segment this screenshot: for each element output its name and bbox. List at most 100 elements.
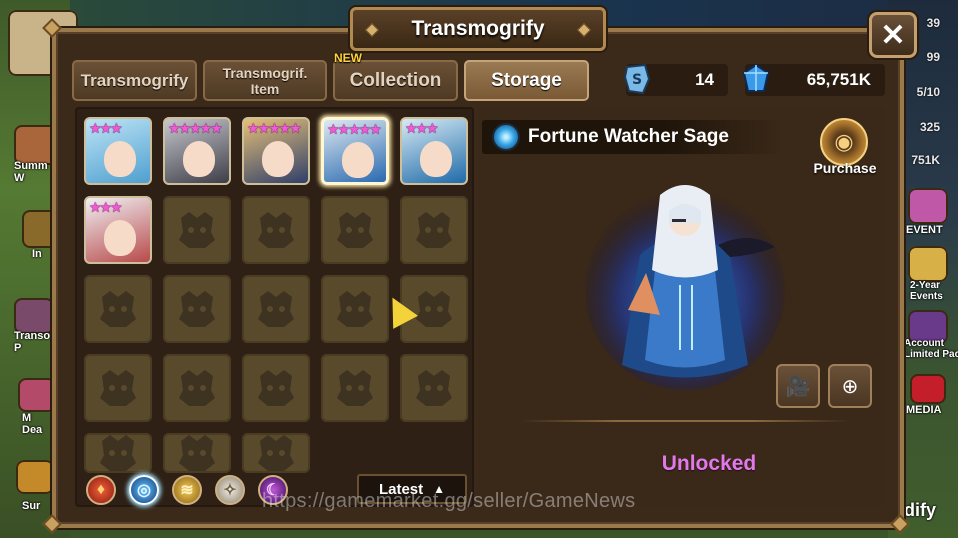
crystal-counter: 65,751K [742,63,885,96]
title-ornament-icon [576,22,592,38]
right-value-2: 99 [926,50,940,64]
media-icon[interactable] [910,374,946,404]
transmog-stone-counter: S 14 [623,63,728,96]
modify-label[interactable]: dify [904,500,936,521]
empty-slot[interactable] [163,433,231,473]
transmog-stone-count: 14 [695,70,714,89]
anniversary-events-icon[interactable] [908,246,948,282]
empty-monster-silhouette-icon [179,212,215,248]
side-label-deal: M Dea [22,412,43,436]
tab-label: Transmogrify [80,70,189,90]
tab-storage[interactable]: Storage [464,60,589,101]
right-value-3: 5/10 [916,85,940,99]
monster-portrait-icon [262,141,294,177]
empty-slot[interactable] [84,433,152,473]
monster-portrait-icon [342,142,374,178]
crystal-icon [739,61,773,97]
anniversary-events-label: 2-Year Events [910,280,943,302]
empty-slot[interactable] [400,354,468,422]
star-rating: ★★★★★ [168,120,223,136]
star-rating: ★★★ [89,199,123,215]
status-label: Unlocked [661,452,757,475]
monster-slot-snow-vampire[interactable]: ★★★ [84,196,152,264]
video-button[interactable]: 🎥 [776,364,820,408]
empty-slot[interactable] [84,354,152,422]
watermark: https://gamemarket.gg/seller/GameNews [262,490,636,512]
monster-portrait-icon [420,141,452,177]
empty-slot[interactable] [84,275,152,343]
empty-monster-silhouette-icon [258,291,294,327]
tab-transmogrify[interactable]: Transmogrify [72,60,197,101]
new-badge: NEW [334,51,362,65]
wind-filter-button[interactable]: ≋ [172,475,202,505]
eye-icon: ◉ [834,129,854,154]
zoom-button[interactable]: ⊕ [828,364,872,408]
media-label: MEDIA [906,404,942,416]
light-element-icon: ✧ [223,482,237,499]
monster-slot-water-fairy[interactable]: ★★★ [84,117,152,185]
magnifier-plus-icon: ⊕ [841,375,859,398]
transmog-stone-icon: S [620,61,654,97]
empty-slot[interactable] [321,354,389,422]
empty-monster-silhouette-icon [416,370,452,406]
event-icon[interactable] [908,188,948,224]
divider [520,420,850,422]
right-value-1: 39 [926,16,940,30]
video-camera-icon: 🎥 [785,375,811,398]
side-label-survey: Sur [22,500,41,512]
star-rating: ★★★ [405,120,439,136]
fire-filter-button[interactable]: ♦ [86,475,116,505]
empty-slot[interactable] [242,196,310,264]
tab-label: Transmogrif. Item [222,64,308,97]
empty-monster-silhouette-icon [100,370,136,406]
empty-monster-silhouette-icon [179,370,215,406]
empty-slot[interactable] [242,433,310,473]
close-button[interactable]: ✕ [869,12,917,58]
purchase-button[interactable]: ◉ [820,118,868,166]
monster-portrait-icon [104,141,136,177]
monster-slot-wind-elf[interactable]: ★★★ [400,117,468,185]
empty-monster-silhouette-icon [258,435,294,471]
purchase-label: Purchase [813,160,877,176]
empty-slot[interactable] [163,196,231,264]
empty-slot[interactable] [321,196,389,264]
tab-transmogrify-item[interactable]: Transmogrif. Item [203,60,327,101]
empty-monster-silhouette-icon [100,435,136,471]
monster-name-bar: Fortune Watcher Sage [482,120,782,154]
transmog-shortcut-icon[interactable] [14,298,54,334]
monster-slot-blonde-warrior[interactable]: ★★★★★ [242,117,310,185]
monster-slot-dark-knight[interactable]: ★★★★★ [163,117,231,185]
star-rating: ★★★★★ [327,121,382,137]
empty-monster-silhouette-icon [258,370,294,406]
empty-slot[interactable] [242,275,310,343]
svg-text:S: S [632,72,642,88]
tab-collection[interactable]: Collection [333,60,458,101]
limited-pack-label: Account Limited Pack [904,338,958,360]
monster-slot-fortune-watcher-sage[interactable]: ★★★★★ [321,117,389,185]
fire-element-icon: ♦ [96,481,106,498]
empty-monster-silhouette-icon [337,370,373,406]
survey-icon[interactable] [16,460,54,494]
right-value-5: 751K [911,153,940,167]
empty-monster-silhouette-icon [179,291,215,327]
water-element-icon [492,123,520,151]
empty-slot[interactable] [321,275,389,343]
light-filter-button[interactable]: ✧ [215,475,245,505]
event-label: EVENT [906,224,943,236]
star-rating: ★★★★★ [247,120,302,136]
monster-illustration [585,185,785,390]
close-icon: ✕ [880,18,906,52]
deal-icon[interactable] [18,378,56,412]
star-rating: ★★★ [89,120,123,136]
empty-slot[interactable] [242,354,310,422]
side-label-inventory: In [32,248,42,260]
water-element-icon: ◎ [137,482,151,499]
empty-slot[interactable] [400,196,468,264]
monster-portrait-icon [183,141,215,177]
empty-slot[interactable] [163,275,231,343]
water-filter-button[interactable]: ◎ [129,475,159,505]
empty-monster-silhouette-icon [179,435,215,471]
empty-slot[interactable] [163,354,231,422]
empty-monster-silhouette-icon [337,212,373,248]
empty-monster-silhouette-icon [337,291,373,327]
